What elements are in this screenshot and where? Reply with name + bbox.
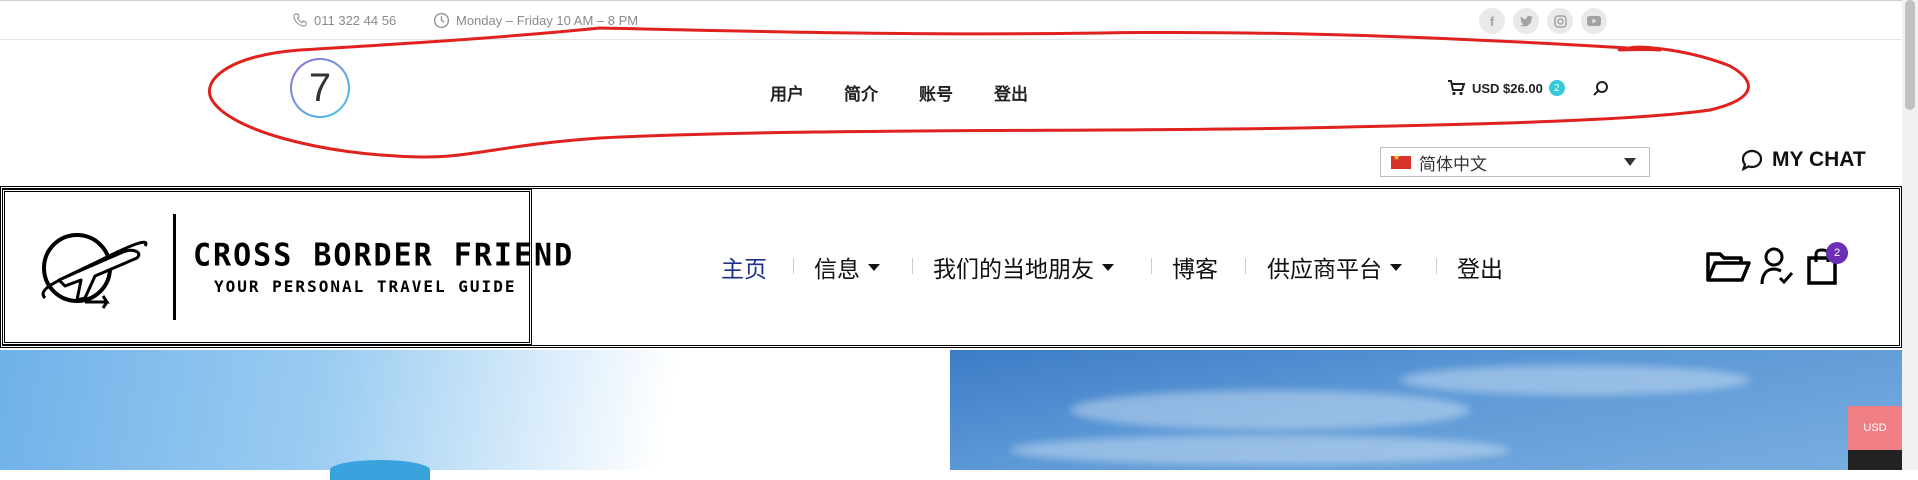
cloud bbox=[1010, 435, 1510, 465]
twitter-icon[interactable] bbox=[1513, 8, 1539, 34]
plane-globe-icon bbox=[41, 233, 148, 309]
nav-item-users[interactable]: 用户 bbox=[770, 80, 804, 105]
user-check-icon[interactable] bbox=[1760, 246, 1794, 286]
hours-info: Monday – Friday 10 AM – 8 PM bbox=[433, 12, 638, 29]
cloud bbox=[1070, 390, 1470, 430]
phone-info: 011 322 44 56 bbox=[292, 12, 396, 28]
nav2-logout-label: 登出 bbox=[1457, 256, 1503, 282]
nav-item-intro[interactable]: 简介 bbox=[844, 80, 878, 105]
nav2-blog-label: 博客 bbox=[1172, 256, 1218, 282]
logo-text: 7 bbox=[308, 65, 332, 110]
caret-down-icon bbox=[1102, 263, 1114, 271]
chevron-down-icon bbox=[1624, 158, 1636, 166]
brand-title: CROSS BORDER FRIEND bbox=[193, 237, 575, 274]
youtube-icon[interactable] bbox=[1581, 8, 1607, 34]
nav-item-logout[interactable]: 登出 bbox=[994, 80, 1028, 105]
hero-left-image bbox=[0, 350, 950, 470]
chat-label: MY CHAT bbox=[1772, 148, 1866, 171]
nav-separator bbox=[1245, 258, 1246, 274]
top-info-bar bbox=[0, 0, 1918, 40]
site-logo[interactable]: 7 bbox=[290, 58, 350, 118]
nav-separator bbox=[793, 258, 794, 274]
language-select[interactable]: 简体中文 bbox=[1380, 147, 1650, 177]
nav2-item-local-friends[interactable]: 我们的当地朋友 bbox=[933, 250, 1114, 284]
nav-separator bbox=[1151, 258, 1152, 274]
nav2-home-label: 主页 bbox=[721, 256, 767, 282]
caret-down-icon bbox=[868, 263, 880, 271]
bag-count-badge: 2 bbox=[1826, 242, 1848, 264]
scrollbar-thumb[interactable] bbox=[1905, 0, 1915, 110]
language-selected: 简体中文 bbox=[1419, 154, 1487, 174]
nav2-item-logout[interactable]: 登出 bbox=[1457, 250, 1503, 284]
china-flag-icon bbox=[1391, 153, 1411, 169]
nav2-item-supplier[interactable]: 供应商平台 bbox=[1267, 250, 1402, 284]
nav2-local-friends-label: 我们的当地朋友 bbox=[933, 256, 1094, 282]
search-icon[interactable] bbox=[1592, 80, 1610, 98]
chat-bubble-icon bbox=[1741, 149, 1763, 172]
nav-separator bbox=[1436, 258, 1437, 274]
instagram-icon[interactable] bbox=[1547, 8, 1573, 34]
folder-open-icon[interactable] bbox=[1705, 250, 1751, 284]
currency-switcher-base bbox=[1848, 450, 1902, 470]
brand-subtitle: YOUR PERSONAL TRAVEL GUIDE bbox=[214, 277, 517, 296]
cart-icon bbox=[1448, 80, 1466, 96]
cart-total: USD $26.00 bbox=[1472, 80, 1543, 96]
clock-icon bbox=[433, 12, 450, 29]
mini-cart[interactable]: USD $26.00 2 bbox=[1448, 80, 1565, 96]
cloud bbox=[1400, 365, 1750, 395]
nav2-item-info[interactable]: 信息 bbox=[814, 250, 880, 284]
brand-divider bbox=[173, 214, 176, 320]
hero-sky-image bbox=[950, 350, 1902, 470]
facebook-icon[interactable]: f bbox=[1479, 8, 1505, 34]
currency-tab-label: USD bbox=[1863, 422, 1887, 434]
nav-item-account[interactable]: 账号 bbox=[919, 80, 953, 105]
my-chat-link[interactable]: MY CHAT bbox=[1740, 148, 1866, 172]
nav2-supplier-label: 供应商平台 bbox=[1267, 256, 1382, 282]
currency-switcher-tab[interactable]: USD bbox=[1848, 406, 1902, 450]
phone-number: 011 322 44 56 bbox=[314, 12, 397, 28]
nav-separator bbox=[912, 258, 913, 274]
opening-hours: Monday – Friday 10 AM – 8 PM bbox=[456, 13, 639, 28]
cart-count-badge: 2 bbox=[1548, 80, 1565, 96]
nav2-item-blog[interactable]: 博客 bbox=[1172, 250, 1218, 284]
phone-icon bbox=[293, 13, 307, 27]
nav2-item-home[interactable]: 主页 bbox=[721, 250, 767, 284]
hero-graphic-shape bbox=[330, 460, 430, 480]
nav2-info-label: 信息 bbox=[814, 256, 860, 282]
caret-down-icon bbox=[1390, 263, 1402, 271]
